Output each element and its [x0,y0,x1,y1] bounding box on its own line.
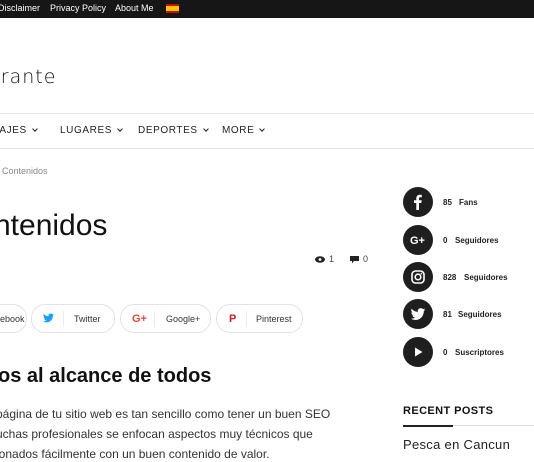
divider [154,311,155,327]
google-plus-icon: G+ [410,235,425,247]
play-icon [415,347,423,357]
share-facebook-button[interactable]: ebook [0,304,27,333]
google-plus-label: Seguidores [455,236,499,245]
nav-item-viajes[interactable]: IAJES [0,125,38,137]
instagram-button[interactable] [403,262,433,292]
svg-text:G+: G+ [410,235,425,247]
youtube-button[interactable] [403,337,433,367]
instagram-label: Seguidores [464,273,508,282]
facebook-count: 85 [443,198,452,207]
share-pinterest-button[interactable]: P Pinterest [216,304,303,333]
twitter-button[interactable] [403,299,433,329]
nav-item-more[interactable]: MORE [222,125,266,137]
youtube-count: 0 [443,348,448,357]
chevron-down-icon [202,126,209,132]
section-heading: os al alcance de todos [0,365,212,387]
twitter-count: 81 [443,310,452,319]
google-plus-count: 0 [443,236,448,245]
divider-accent [403,425,453,427]
about-me-link[interactable]: About Me [115,3,154,14]
facebook-button[interactable] [403,187,433,217]
divider [63,311,64,327]
paragraph-line: página de tu sitio web es tan sencillo c… [0,407,331,421]
instagram-icon [411,270,425,284]
top-bar: Disclaimer Privacy Policy About Me [0,0,534,18]
page-title: ntenidos [0,209,108,242]
divider [246,311,247,327]
recent-posts-heading: RECENT POSTS [403,405,494,417]
twitter-label: Seguidores [458,310,502,319]
share-twitter-button[interactable]: Twitter [31,304,115,333]
paragraph-line: uchas profesionales se enfocan aspectos … [0,427,313,441]
recent-post-link[interactable]: Pesca en Cancun [403,437,510,452]
facebook-icon [414,194,422,210]
facebook-label: Fans [459,198,478,207]
breadcrumb[interactable]: Contenidos [2,166,48,176]
eye-icon [315,256,325,263]
spain-flag-icon[interactable] [166,4,179,13]
paragraph-line: ionados fácilmente con un buen contenido… [0,447,270,461]
nav-bottom-divider [0,148,534,149]
nav-item-lugares[interactable]: LUGARES [60,125,123,137]
pinterest-icon: P [229,313,237,325]
google-plus-icon: G+ [132,313,147,325]
chevron-down-icon [31,126,38,132]
comments-count[interactable]: 0 [350,254,368,264]
disclaimer-link[interactable]: Disclaimer [0,3,40,14]
chevron-down-icon [117,126,123,132]
instagram-count: 828 [443,273,457,282]
views-count: 1 [315,254,334,264]
privacy-policy-link[interactable]: Privacy Policy [50,3,106,14]
site-logo[interactable]: rrante [0,66,56,88]
chevron-down-icon [259,126,266,132]
share-google-plus-button[interactable]: G+ Google+ [120,304,211,333]
nav-item-deportes[interactable]: DEPORTES [138,125,209,137]
twitter-icon [410,308,426,321]
comment-icon [350,255,359,264]
twitter-icon [43,313,54,326]
youtube-label: Suscriptores [455,348,504,357]
nav-top-divider [0,113,534,114]
google-plus-button[interactable]: G+ [403,225,433,255]
